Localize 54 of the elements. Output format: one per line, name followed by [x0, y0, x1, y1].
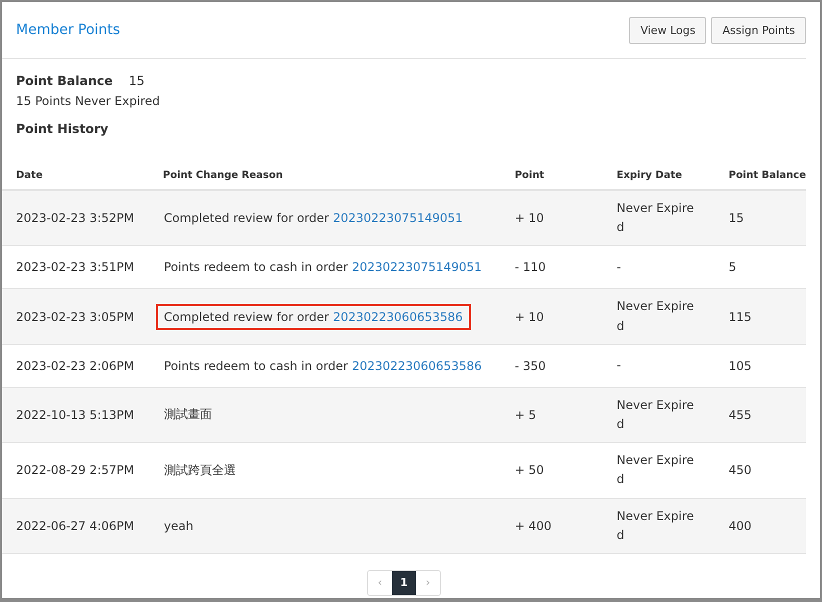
reason-text: 測試畫面 — [164, 407, 212, 422]
reason-text: yeah — [164, 518, 194, 533]
expiry-cell-text: Never Expired — [616, 508, 695, 544]
balance-cell: 450 — [728, 463, 752, 478]
expiry-cell-text: Never Expired — [616, 452, 695, 488]
header-button[interactable]: View Logs — [629, 16, 706, 44]
reason-text: 測試跨頁全選 — [164, 462, 236, 477]
page-title: Member Points — [16, 22, 120, 38]
date-cell: 2022-10-13 5:13PM — [16, 408, 134, 422]
balance-cell: 105 — [728, 358, 752, 373]
date-cell: 2022-08-29 2:57PM — [16, 463, 134, 478]
point-cell: + 400 — [514, 518, 552, 533]
balance-label: Point Balance — [16, 73, 113, 88]
point-cell: + 10 — [514, 310, 544, 324]
expiry-cell-text: Never Expired — [616, 396, 695, 433]
reason-text: Completed review for order — [164, 211, 329, 226]
order-link[interactable]: 20230223060653586 — [332, 310, 463, 324]
order-link[interactable]: 20230223060653586 — [352, 358, 482, 373]
date-cell: 2023-02-23 3:52PM — [16, 211, 134, 226]
balance-cell: 400 — [728, 518, 752, 533]
point-cell: - 350 — [514, 358, 546, 373]
expiry-cell-text: Never Expired — [616, 200, 695, 236]
reason-text: Completed review for order — [164, 310, 329, 324]
balance-cell: 455 — [728, 408, 752, 422]
column-header: Expiry Date — [616, 170, 682, 181]
balance-cell: 115 — [728, 310, 752, 324]
balance-cell: 15 — [728, 211, 744, 226]
order-link[interactable]: 20230223075149051 — [332, 211, 463, 226]
date-cell: 2022-06-27 4:06PM — [16, 518, 134, 533]
balance-value: 15 — [128, 73, 145, 88]
column-header: Point Balance — [728, 170, 806, 181]
page-button[interactable]: 1 — [392, 570, 416, 595]
next-page-button[interactable]: › — [416, 570, 440, 595]
expiry-cell-text: Never Expired — [616, 298, 695, 335]
point-cell: + 10 — [514, 211, 544, 226]
section-title: Point History — [16, 121, 110, 136]
reason-text: Points redeem to cash in order — [164, 260, 348, 274]
expiry-cell-text: - — [616, 357, 622, 374]
previous-page-button[interactable]: ‹ — [368, 570, 392, 595]
column-header: Point — [514, 170, 544, 181]
point-cell: + 5 — [514, 408, 536, 422]
balance-note: 15 Points Never Expired — [16, 94, 161, 108]
date-cell: 2023-02-23 3:51PM — [16, 260, 134, 274]
date-cell: 2023-02-23 3:05PM — [16, 310, 134, 324]
column-header: Point Change Reason — [162, 170, 283, 181]
point-cell: + 50 — [514, 463, 544, 478]
balance-cell: 5 — [728, 260, 736, 274]
reason-text: Points redeem to cash in order — [164, 358, 348, 373]
expiry-cell-text: - — [616, 258, 622, 276]
point-cell: - 110 — [514, 260, 546, 274]
date-cell: 2023-02-23 2:06PM — [16, 358, 134, 373]
column-header: Date — [16, 170, 43, 181]
order-link[interactable]: 20230223075149051 — [352, 260, 482, 274]
header-button[interactable]: Assign Points — [711, 16, 806, 44]
